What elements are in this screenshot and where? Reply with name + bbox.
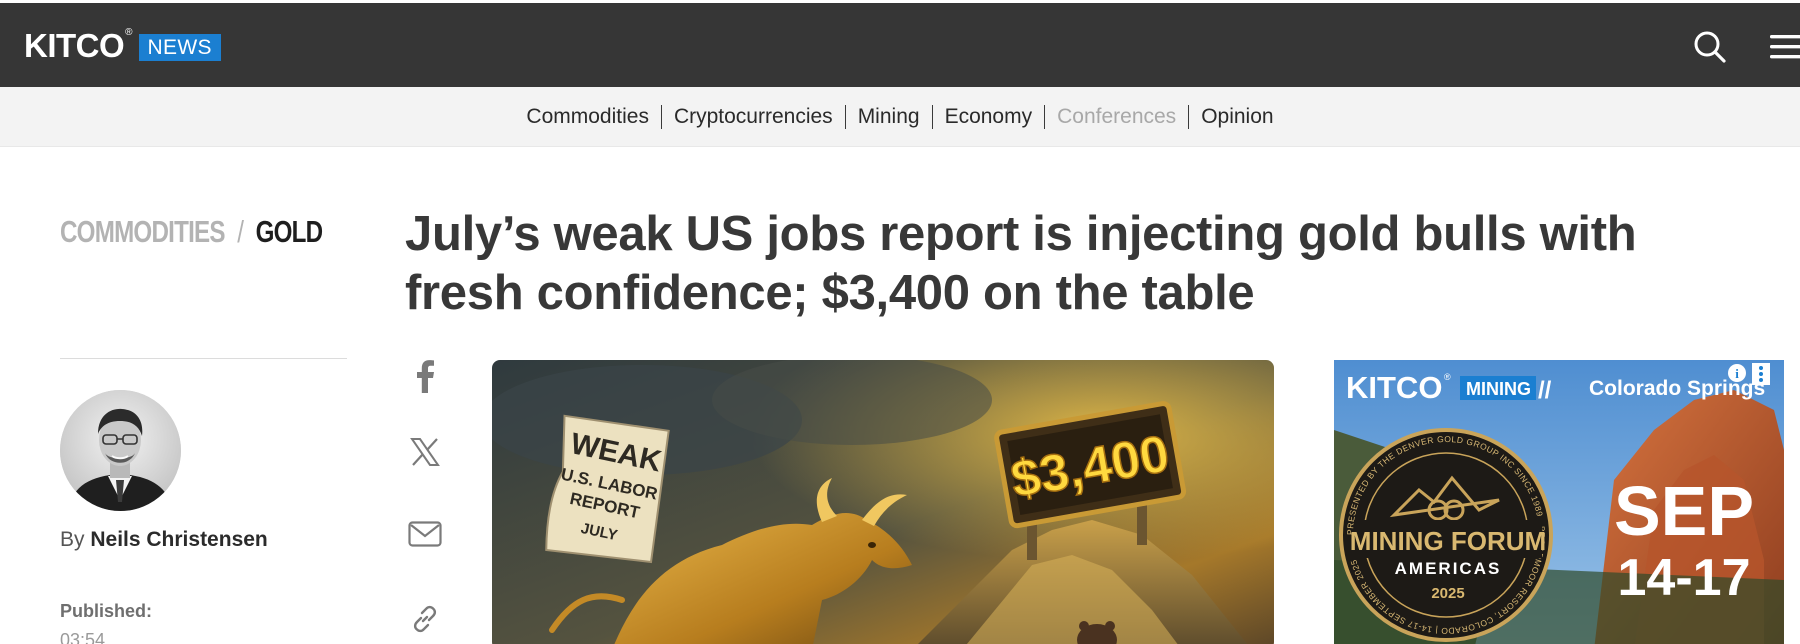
- more-options-icon[interactable]: [1752, 363, 1770, 385]
- published-time: 03:54: [60, 630, 106, 644]
- share-email-button[interactable]: [405, 514, 445, 554]
- gold-bull-illustration: $3,400 WEAK U.S. LABOR REPORT JULY: [492, 360, 1274, 644]
- author-avatar[interactable]: [60, 390, 181, 511]
- kitco-news-logo[interactable]: KITCO ® NEWS: [24, 28, 221, 64]
- logo-news-badge: NEWS: [138, 34, 221, 61]
- mining-forum-advertisement[interactable]: KITCO ® MINING // Colorado Springs i PRE…: [1334, 360, 1784, 644]
- share-copy-link-button[interactable]: [405, 599, 445, 639]
- nav-item-mining[interactable]: Mining: [844, 105, 932, 129]
- logo-wordmark: KITCO: [24, 27, 125, 64]
- breadcrumb-separator: /: [237, 214, 244, 249]
- ad-event-line1: MINING FORUM: [1350, 526, 1546, 556]
- nav-item-commodities[interactable]: Commodities: [514, 105, 661, 129]
- article-title: July’s weak US jobs report is injecting …: [405, 207, 1637, 320]
- facebook-icon: [417, 360, 434, 393]
- breadcrumb-gold[interactable]: GOLD: [256, 214, 324, 250]
- search-button[interactable]: [1692, 29, 1728, 65]
- category-navigation: Commodities Cryptocurrencies Mining Econ…: [0, 87, 1800, 147]
- share-x-button[interactable]: [405, 432, 445, 472]
- hamburger-menu-button[interactable]: [1768, 33, 1800, 61]
- link-icon: [413, 605, 437, 633]
- hamburger-menu-icon: [1770, 35, 1800, 59]
- author-portrait: [60, 390, 181, 511]
- search-icon: [1694, 31, 1726, 63]
- nav-item-economy[interactable]: Economy: [931, 105, 1045, 129]
- email-icon: [408, 521, 442, 547]
- article-hero-image: $3,400 WEAK U.S. LABOR REPORT JULY: [492, 360, 1274, 644]
- nav-item-conferences[interactable]: Conferences: [1044, 105, 1188, 129]
- ad-brand-mark: ®: [1444, 372, 1451, 382]
- ad-slashes: //: [1538, 377, 1552, 404]
- ad-creative: KITCO ® MINING // Colorado Springs i PRE…: [1334, 360, 1784, 644]
- breadcrumb: COMMODITIES / GOLD: [60, 214, 324, 250]
- section-divider: [60, 358, 347, 359]
- author-byline: By Neils Christensen: [60, 528, 268, 552]
- published-label: Published:: [60, 601, 153, 621]
- logo-registered-mark: ®: [125, 27, 133, 38]
- svg-text:i: i: [1735, 366, 1739, 381]
- ad-event-year: 2025: [1431, 585, 1464, 602]
- x-icon: [410, 438, 440, 466]
- author-name-link[interactable]: Neils Christensen: [90, 528, 267, 551]
- byline-prefix: By: [60, 528, 85, 551]
- nav-item-opinion[interactable]: Opinion: [1188, 105, 1285, 129]
- ad-brand-wordmark: KITCO: [1346, 370, 1442, 405]
- share-facebook-button[interactable]: [405, 356, 445, 396]
- ad-month: SEP: [1614, 472, 1754, 550]
- ad-brand-badge: MINING: [1466, 379, 1531, 399]
- ad-event-line2: AMERICAS: [1395, 559, 1502, 578]
- nav-item-cryptocurrencies[interactable]: Cryptocurrencies: [660, 105, 845, 129]
- top-navigation-bar: KITCO ® NEWS: [0, 3, 1800, 87]
- breadcrumb-commodities[interactable]: COMMODITIES: [60, 214, 225, 250]
- ad-dates: 14-17: [1618, 549, 1751, 607]
